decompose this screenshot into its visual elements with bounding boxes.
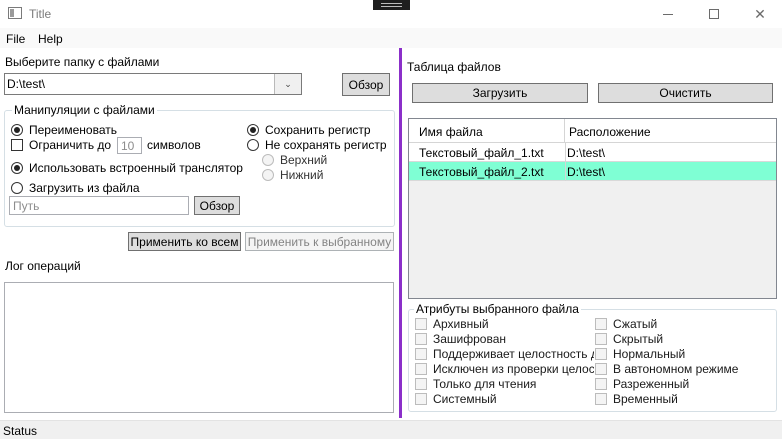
attr-checkbox[interactable] bbox=[415, 363, 427, 375]
attr-label: Поддерживает целостность данных bbox=[433, 347, 594, 361]
attr-label: Системный bbox=[433, 392, 497, 406]
attr-checkbox[interactable] bbox=[595, 378, 607, 390]
menu-file[interactable]: File bbox=[6, 32, 25, 46]
cell-file-location: D:\test\ bbox=[565, 143, 776, 162]
attr-label: Временный bbox=[613, 392, 678, 406]
minimize-button[interactable] bbox=[648, 0, 688, 28]
cell-file-location: D:\test\ bbox=[565, 162, 776, 181]
menu-bar: File Help bbox=[0, 28, 782, 48]
window-title: Title bbox=[29, 7, 52, 21]
minimize-icon bbox=[663, 13, 673, 15]
attr-label: Скрытый bbox=[613, 332, 664, 346]
table-row-selected[interactable]: Текстовый_файл_2.txt D:\test\ bbox=[409, 162, 776, 181]
attr-checkbox[interactable] bbox=[415, 348, 427, 360]
attr-checkbox[interactable] bbox=[595, 348, 607, 360]
limit-count-input[interactable] bbox=[117, 137, 142, 154]
attr-label: Нормальный bbox=[613, 347, 686, 361]
keep-case-label: Сохранить регистр bbox=[265, 123, 371, 137]
load-button[interactable]: Загрузить bbox=[412, 83, 588, 103]
column-header-location[interactable]: Расположение bbox=[565, 119, 776, 143]
attr-label: Разреженный bbox=[613, 377, 690, 391]
load-from-file-label: Загрузить из файла bbox=[29, 181, 140, 195]
app-window-icon bbox=[8, 7, 22, 19]
attr-label: Архивный bbox=[433, 317, 489, 331]
cell-file-name: Текстовый_файл_1.txt bbox=[419, 146, 544, 160]
folder-combobox-value: D:\test\ bbox=[7, 77, 46, 91]
folder-browse-button[interactable]: Обзор bbox=[342, 73, 390, 96]
cell-file-name: Текстовый_файл_2.txt bbox=[419, 165, 544, 179]
limit-checkbox[interactable] bbox=[11, 139, 23, 151]
rename-label: Переименовать bbox=[29, 123, 117, 137]
attr-label: Сжатый bbox=[613, 317, 658, 331]
close-button[interactable]: ✕ bbox=[740, 0, 780, 28]
upper-case-radio[interactable] bbox=[262, 154, 274, 166]
folder-label: Выберите папку с файлами bbox=[5, 55, 160, 69]
maximize-icon bbox=[709, 9, 719, 19]
attr-checkbox[interactable] bbox=[415, 378, 427, 390]
files-table-header: Имя файла Расположение bbox=[409, 119, 776, 143]
drag-grip-icon[interactable] bbox=[373, 0, 410, 10]
attr-checkbox[interactable] bbox=[595, 333, 607, 345]
limit-count-field[interactable] bbox=[118, 138, 141, 153]
lower-case-radio[interactable] bbox=[262, 169, 274, 181]
table-label: Таблица файлов bbox=[407, 60, 501, 74]
attr-checkbox[interactable] bbox=[415, 333, 427, 345]
menu-help[interactable]: Help bbox=[38, 32, 63, 46]
path-browse-button[interactable]: Обзор bbox=[194, 196, 240, 215]
log-textarea[interactable] bbox=[4, 282, 394, 413]
table-row[interactable]: Текстовый_файл_1.txt D:\test\ bbox=[409, 143, 776, 162]
symbols-label: символов bbox=[147, 138, 201, 152]
no-keep-case-radio[interactable] bbox=[247, 139, 259, 151]
apply-selected-button[interactable]: Применить к выбранному bbox=[245, 232, 394, 251]
attr-label: Зашифрован bbox=[433, 332, 507, 346]
load-from-file-radio[interactable] bbox=[11, 182, 23, 194]
attr-checkbox[interactable] bbox=[595, 393, 607, 405]
attr-label: Исключен из проверки целостности bbox=[433, 362, 594, 376]
attr-label: Только для чтения bbox=[433, 377, 537, 391]
attr-checkbox[interactable] bbox=[415, 318, 427, 330]
status-bar: Status bbox=[0, 420, 782, 439]
column-header-name[interactable]: Имя файла bbox=[409, 119, 565, 143]
title-bar[interactable]: Title ✕ bbox=[0, 0, 782, 28]
close-icon: ✕ bbox=[754, 5, 766, 22]
no-keep-case-label: Не сохранять регистр bbox=[265, 138, 387, 152]
maximize-button[interactable] bbox=[694, 0, 734, 28]
builtin-translit-radio[interactable] bbox=[11, 162, 23, 174]
file-manipulation-group-title: Манипуляции с файлами bbox=[12, 103, 157, 117]
apply-all-button[interactable]: Применить ко всем bbox=[128, 232, 241, 251]
attr-checkbox[interactable] bbox=[595, 363, 607, 375]
log-label: Лог операций bbox=[5, 259, 81, 273]
attr-label: В автономном режиме bbox=[613, 362, 739, 376]
panel-splitter[interactable] bbox=[399, 48, 402, 418]
upper-case-label: Верхний bbox=[280, 153, 328, 167]
clear-button[interactable]: Очистить bbox=[598, 83, 773, 103]
attr-checkbox[interactable] bbox=[595, 318, 607, 330]
attr-checkbox[interactable] bbox=[415, 393, 427, 405]
rename-radio[interactable] bbox=[11, 124, 23, 136]
keep-case-radio[interactable] bbox=[247, 124, 259, 136]
translit-path-field[interactable] bbox=[10, 197, 188, 214]
builtin-translit-label: Использовать встроенный транслятор bbox=[29, 161, 243, 175]
lower-case-label: Нижний bbox=[280, 168, 324, 182]
limit-label: Ограничить до bbox=[29, 138, 112, 152]
attributes-group-title: Атрибуты выбранного файла bbox=[414, 302, 581, 316]
translit-path-input[interactable] bbox=[9, 196, 189, 215]
status-text: Status bbox=[3, 424, 38, 438]
chevron-down-icon[interactable]: ⌄ bbox=[274, 74, 301, 94]
files-table: Имя файла Расположение Текстовый_файл_1.… bbox=[408, 118, 777, 299]
folder-combobox[interactable]: D:\test\ ⌄ bbox=[4, 73, 302, 95]
